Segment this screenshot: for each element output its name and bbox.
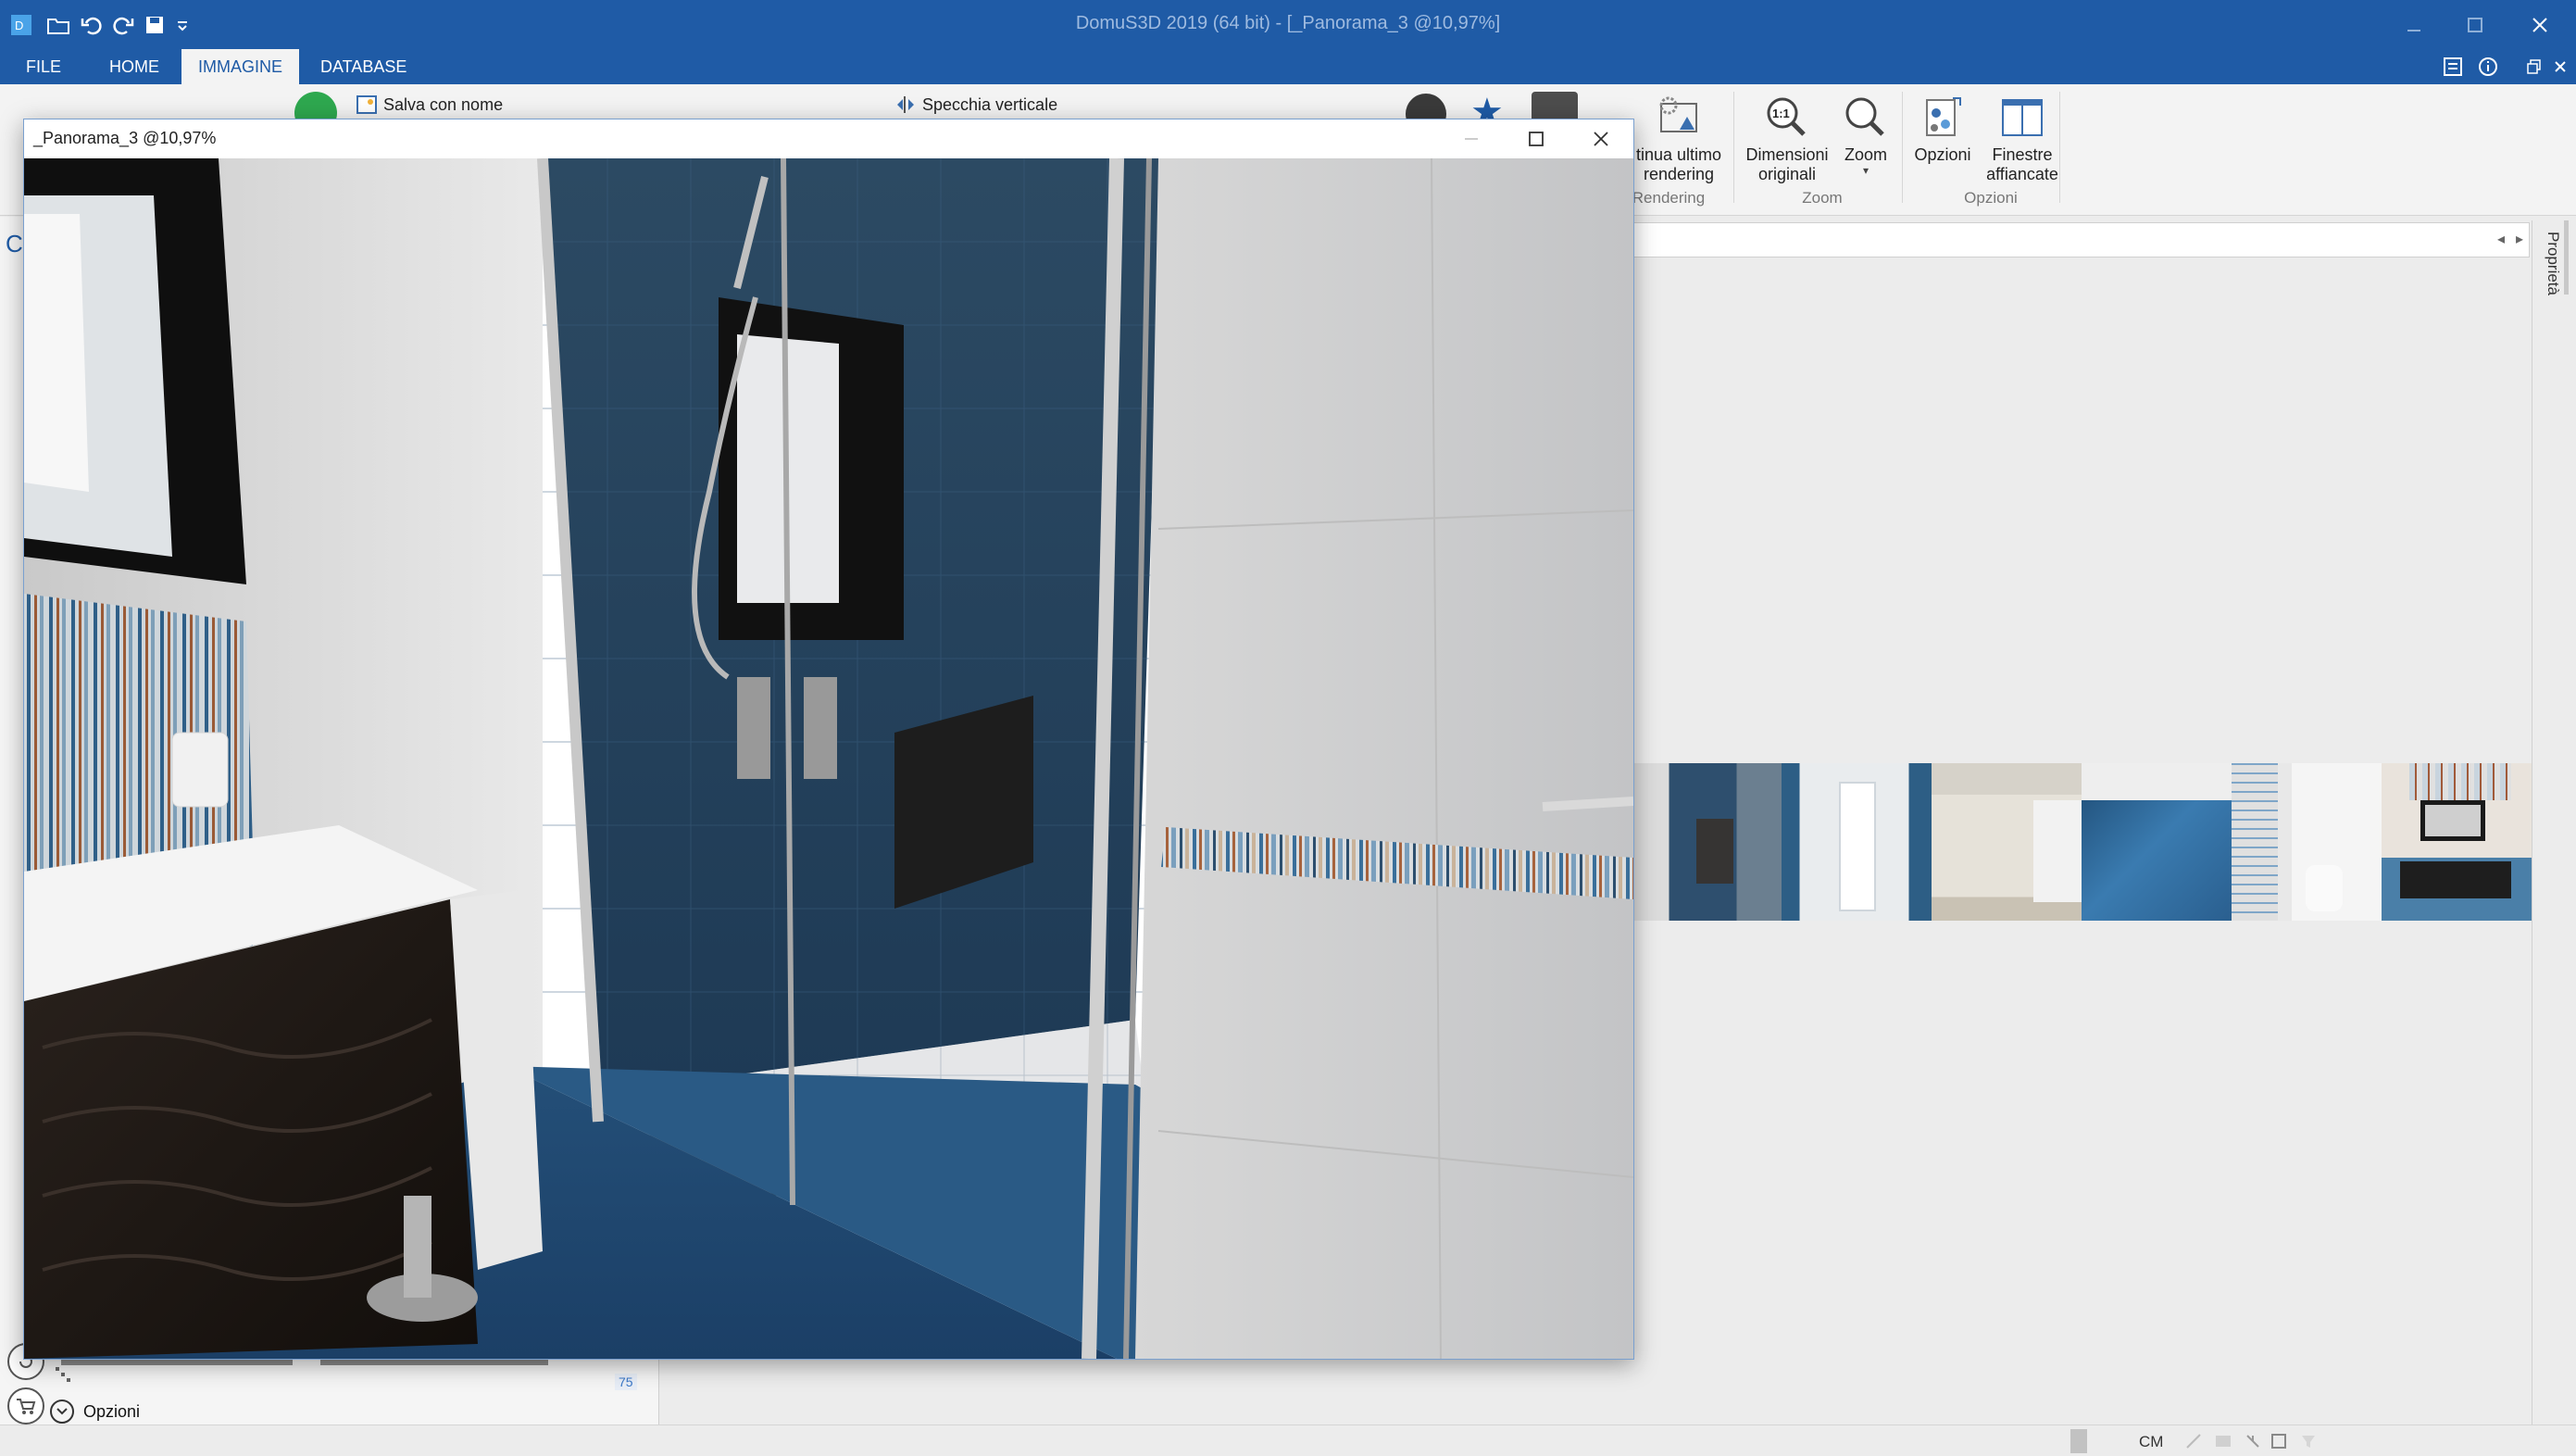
- thumbnail[interactable]: [1932, 763, 2082, 921]
- chevron-right-icon[interactable]: ▸: [2516, 230, 2523, 248]
- tiled-windows-button[interactable]: Finestre affiancate: [1978, 92, 2067, 184]
- options-button[interactable]: Opzioni: [1907, 92, 1978, 165]
- original-size-button[interactable]: 1:1 Dimensioni originali: [1743, 92, 1832, 184]
- mirror-icon: [897, 96, 914, 113]
- unit-label[interactable]: CM: [2139, 1433, 2163, 1451]
- mirror-vertical-label: Specchia verticale: [922, 94, 1058, 114]
- save-as-button[interactable]: Salva con nome: [356, 94, 503, 116]
- status-bar: CM: [0, 1425, 2576, 1456]
- options-icon: [1917, 92, 1969, 144]
- thumbnail[interactable]: [1782, 763, 1932, 921]
- image-window-maximize-button[interactable]: [1504, 121, 1569, 157]
- properties-panel-tab[interactable]: Proprietà: [2532, 220, 2576, 1425]
- thumbnail[interactable]: [2082, 763, 2232, 921]
- image-window-close-button[interactable]: [1569, 121, 1633, 157]
- zoom-icon: [1840, 92, 1892, 144]
- tile-windows-icon: [1996, 92, 2048, 144]
- ortho-icon[interactable]: [2245, 1433, 2261, 1450]
- ribbon-separator: [1902, 92, 1903, 203]
- image-window-title: _Panorama_3 @10,97%: [33, 129, 217, 147]
- slider-track[interactable]: [61, 1360, 293, 1365]
- group-label-rendering: Rendering: [1632, 189, 1706, 207]
- image-window[interactable]: _Panorama_3 @10,97%: [23, 119, 1634, 1360]
- maximize-button[interactable]: [2450, 7, 2500, 43]
- thumbnail[interactable]: [2382, 763, 2532, 921]
- zoom-button[interactable]: Zoom ▾: [1835, 92, 1896, 176]
- left-panel-edge-char: C: [6, 230, 23, 257]
- value-badge: 75: [615, 1374, 637, 1390]
- thumbnail[interactable]: [2232, 763, 2382, 921]
- original-size-label: Dimensioni originali: [1745, 145, 1829, 183]
- tab-immagine[interactable]: IMMAGINE: [181, 49, 300, 84]
- osnap-icon[interactable]: [2270, 1433, 2287, 1450]
- rendered-bathroom-image: [24, 158, 1633, 1359]
- close-document-icon[interactable]: [2546, 53, 2574, 81]
- options-toggle-label: Opzioni: [83, 1401, 141, 1421]
- slider-track[interactable]: [320, 1360, 548, 1365]
- snap-icon[interactable]: [2185, 1433, 2202, 1450]
- calculator-icon[interactable]: [2439, 53, 2467, 81]
- chevron-left-icon[interactable]: ◂: [2497, 230, 2505, 248]
- restore-document-icon[interactable]: [2520, 53, 2548, 81]
- cart-icon: [17, 1399, 36, 1414]
- grip-icon[interactable]: [56, 1367, 72, 1384]
- tab-home[interactable]: HOME: [93, 49, 176, 84]
- ribbon-separator: [1733, 92, 1734, 203]
- options-label: Opzioni: [1914, 145, 1971, 164]
- grid-icon[interactable]: [2215, 1433, 2232, 1450]
- zoom-label: Zoom: [1844, 145, 1887, 164]
- info-icon[interactable]: [2474, 53, 2502, 81]
- save-as-label: Salva con nome: [383, 94, 504, 114]
- svg-text:1:1: 1:1: [1772, 107, 1790, 120]
- cart-button[interactable]: [7, 1387, 44, 1425]
- ribbon-separator: [2059, 92, 2060, 203]
- properties-label: Proprietà: [2545, 232, 2562, 295]
- filter-icon[interactable]: [2300, 1433, 2317, 1450]
- image-window-minimize-button[interactable]: [1439, 121, 1504, 157]
- mirror-vertical-button[interactable]: Specchia verticale: [894, 94, 1057, 116]
- status-indicator: [2070, 1429, 2087, 1453]
- title-bar: D DomuS3D 2019 (64 bit) - [_Panorama_3 @…: [0, 0, 2576, 49]
- render-gear-icon: [1653, 92, 1705, 144]
- thumbnail[interactable]: [1632, 763, 1782, 921]
- window-title: DomuS3D 2019 (64 bit) - [_Panorama_3 @10…: [1075, 13, 1501, 33]
- path-bar[interactable]: ◂ ▸: [1632, 222, 2530, 257]
- options-toggle[interactable]: Opzioni: [50, 1397, 140, 1426]
- close-button[interactable]: [2515, 7, 2565, 43]
- repeat-last-rendering-label: tinua ultimo rendering: [1635, 145, 1722, 183]
- tab-file[interactable]: FILE: [9, 49, 78, 84]
- tab-database[interactable]: DATABASE: [304, 49, 423, 84]
- magnifier-1to1-icon: 1:1: [1761, 92, 1813, 144]
- menu-tabs: FILE HOME IMMAGINE DATABASE: [0, 49, 2576, 84]
- group-label-options: Opzioni: [1964, 189, 2018, 207]
- scrollbar[interactable]: [2564, 220, 2569, 295]
- group-label-zoom: Zoom: [1802, 189, 1843, 207]
- thumbnail-strip: [1632, 763, 2532, 921]
- tiled-windows-label: Finestre affiancate: [1986, 145, 2058, 183]
- minimize-button[interactable]: [2389, 7, 2439, 43]
- image-save-icon: [356, 95, 377, 114]
- zoom-dropdown-icon[interactable]: ▾: [1835, 165, 1896, 176]
- repeat-last-rendering-button[interactable]: tinua ultimo rendering: [1628, 92, 1730, 184]
- chevron-down-icon: [50, 1400, 74, 1424]
